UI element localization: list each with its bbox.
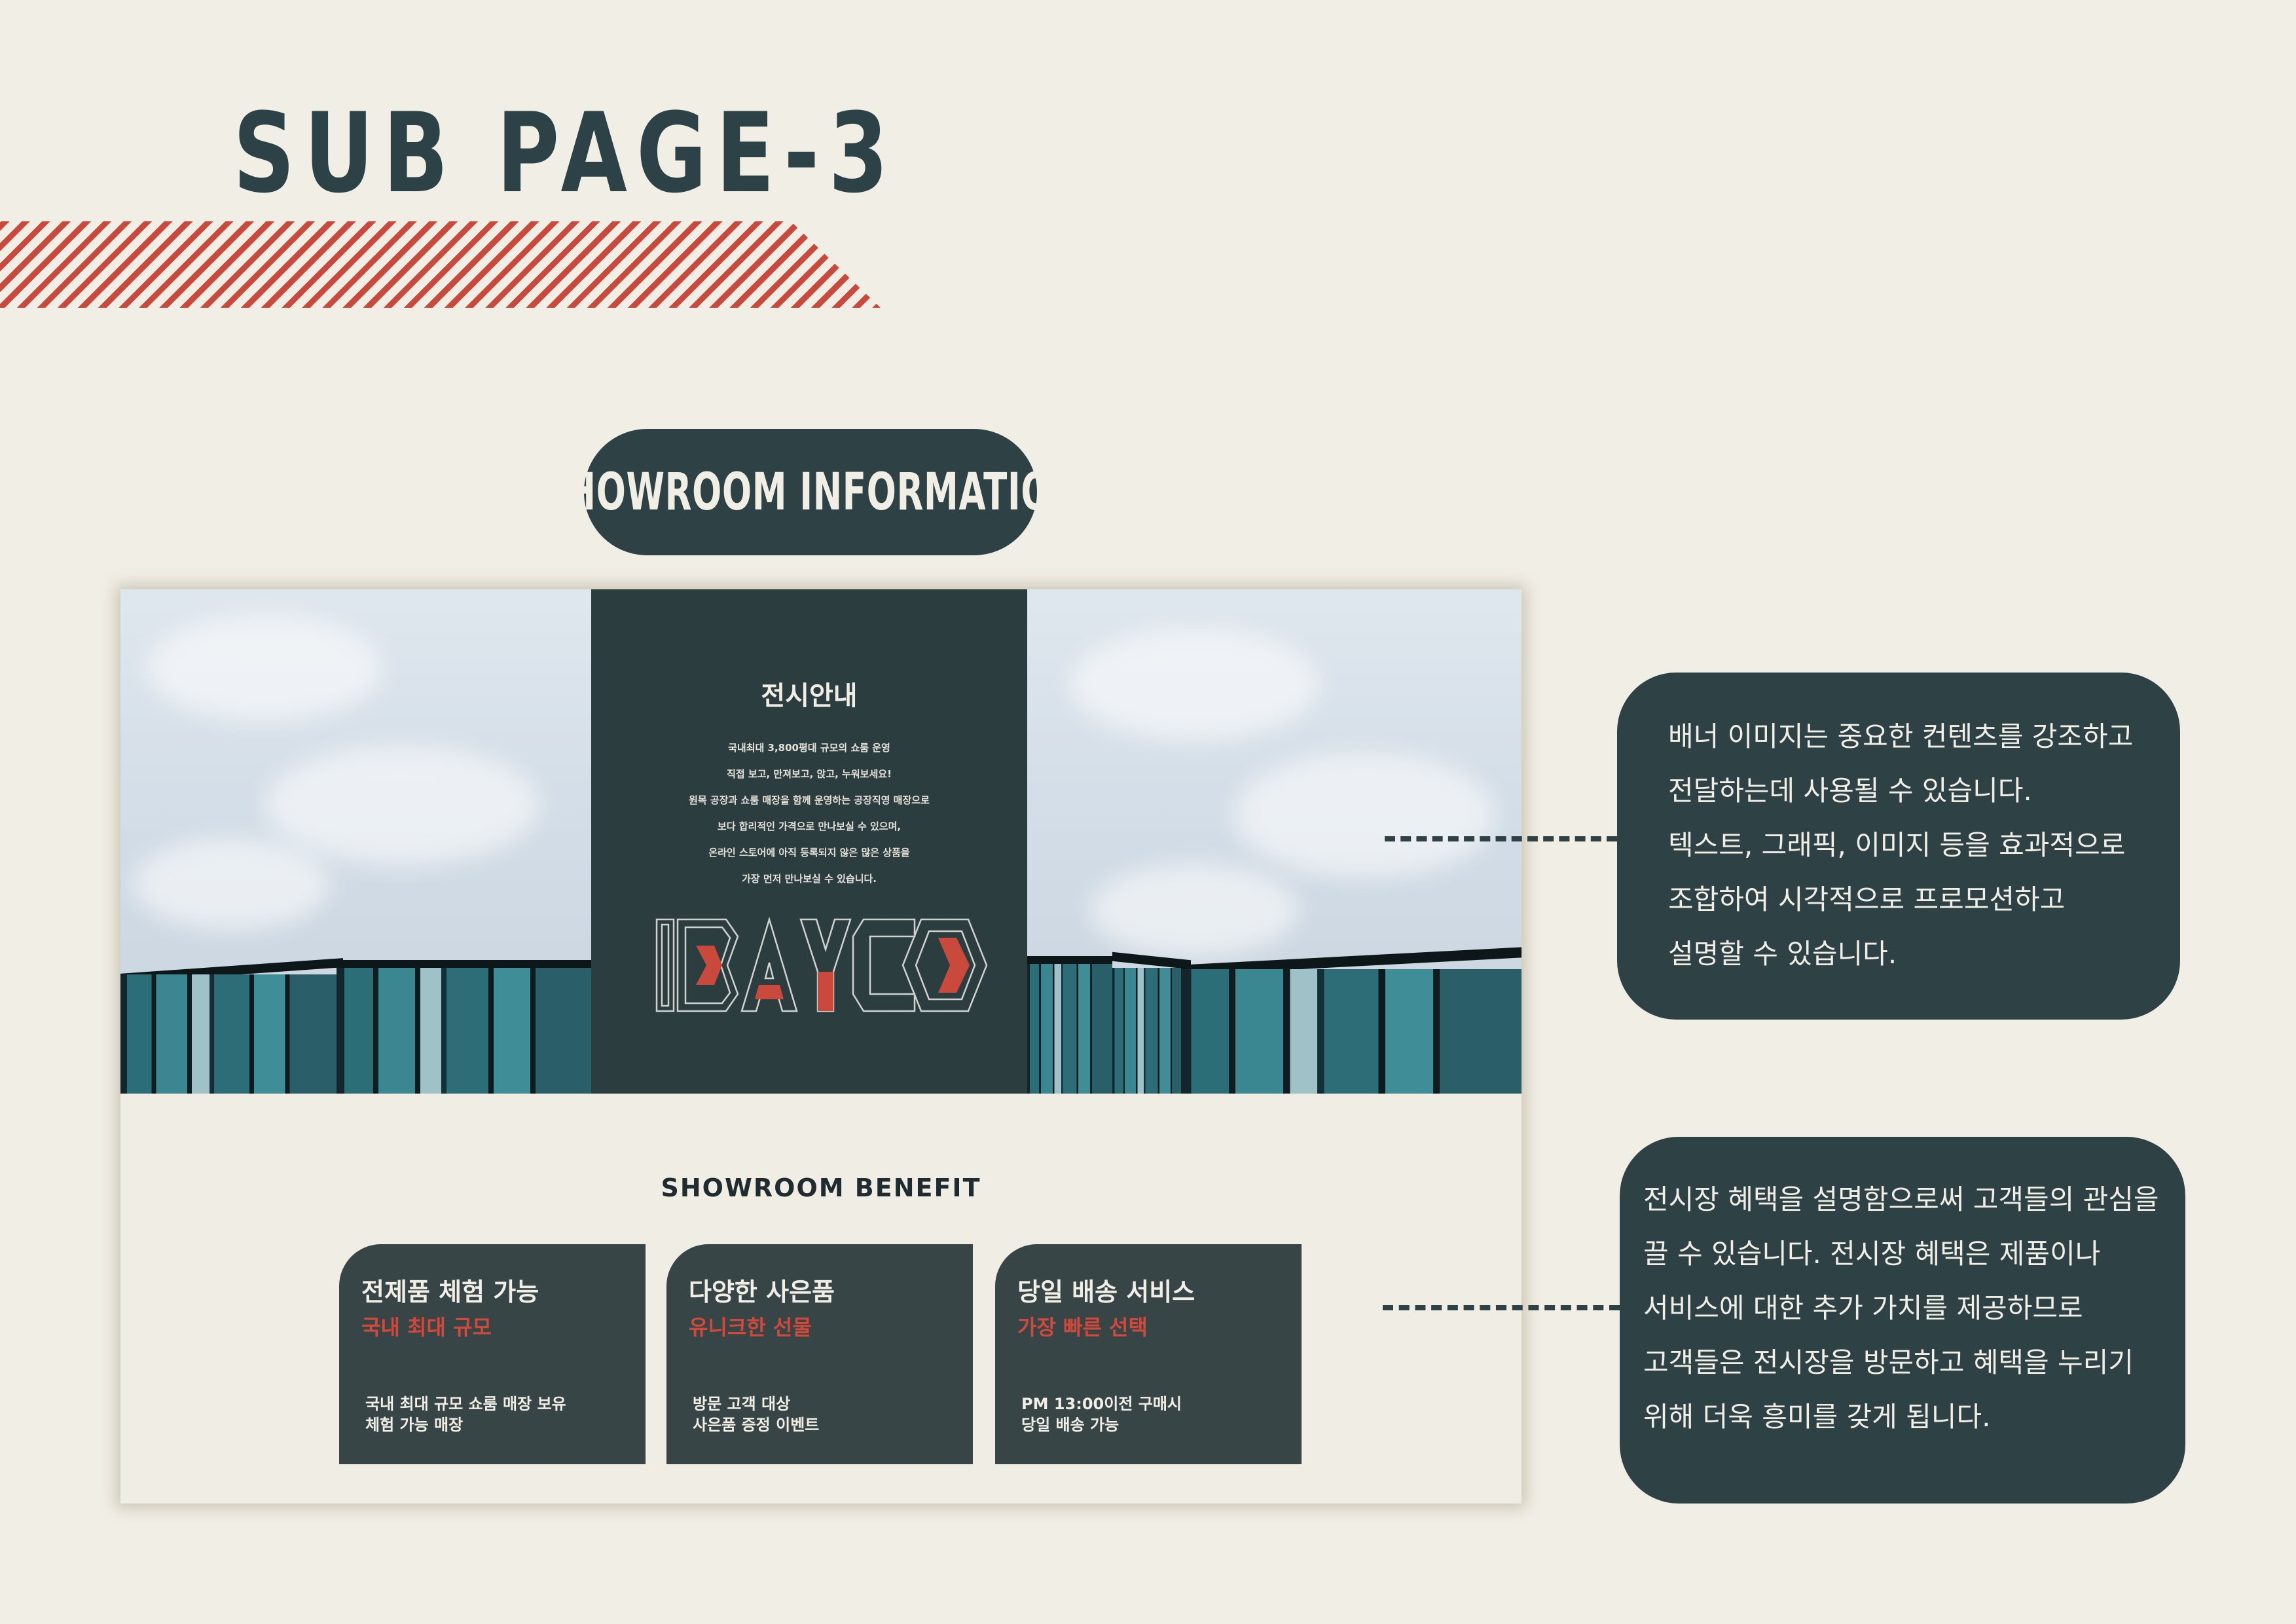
card-desc-line: 사은품 증정 이벤트 bbox=[693, 1416, 820, 1434]
callout-box: 전시장 혜택을 설명함으로써 고객들의 관심을 끌 수 있습니다. 전시장 혜택… bbox=[1620, 1137, 2185, 1504]
info-title: 전시안내 bbox=[761, 681, 858, 711]
info-text: 국내최대 3,800평대 규모의 쇼룸 운영 직접 보고, 만져보고, 앉고, … bbox=[591, 735, 1027, 892]
brand-logo-graphic bbox=[655, 916, 988, 1012]
card-title: 당일 배송 서비스 bbox=[1017, 1278, 1195, 1306]
callout-line: 배너 이미지는 중요한 컨텐츠를 강조하고 bbox=[1668, 720, 2134, 752]
info-line: 원목 공장과 쇼룸 매장을 함께 운영하는 공장직영 매장으로 bbox=[689, 794, 930, 806]
card-subtitle: 유니크한 선물 bbox=[689, 1315, 812, 1340]
card-desc-line: PM 13:00이전 구매시 bbox=[1021, 1395, 1182, 1413]
glass-building bbox=[1112, 968, 1191, 1094]
callout-line: 고객들은 전시장을 방문하고 혜택을 누리기 bbox=[1643, 1346, 2134, 1378]
callout-text: 배너 이미지는 중요한 컨텐츠를 강조하고 전달하는데 사용될 수 있습니다. … bbox=[1668, 709, 2133, 981]
page-title: SUB PAGE-3 bbox=[233, 89, 898, 217]
callout-line: 텍스트, 그래픽, 이미지 등을 효과적으로 bbox=[1668, 829, 2126, 861]
callout-line: 조합하여 시각적으로 프로모션하고 bbox=[1668, 883, 2066, 915]
glass-building bbox=[1181, 969, 1522, 1094]
callout-line: 설명할 수 있습니다. bbox=[1668, 938, 1897, 970]
callout-line: 전시장 혜택을 설명함으로써 고객들의 관심을 bbox=[1643, 1183, 2159, 1215]
diagonal-stripe-decoration bbox=[0, 221, 881, 308]
info-line: 직접 보고, 만져보고, 앉고, 누워보세요! bbox=[727, 768, 892, 780]
cloud-shape bbox=[1070, 629, 1319, 740]
benefit-card: 전제품 체험 가능 국내 최대 규모 국내 최대 규모 쇼룸 매장 보유 체험 … bbox=[339, 1244, 646, 1464]
callout-connector bbox=[1385, 836, 1617, 841]
info-panel: 전시안내 국내최대 3,800평대 규모의 쇼룸 운영 직접 보고, 만져보고,… bbox=[591, 589, 1027, 1094]
cloud-shape bbox=[134, 838, 330, 930]
section-pill: SHOWROOM INFORMATION bbox=[541, 429, 1080, 555]
info-line: 국내최대 3,800평대 규모의 쇼룸 운영 bbox=[728, 742, 890, 754]
benefit-card: 당일 배송 서비스 가장 빠른 선택 PM 13:00이전 구매시 당일 배송 … bbox=[995, 1244, 1302, 1464]
card-desc-line: 국내 최대 규모 쇼룸 매장 보유 bbox=[365, 1395, 566, 1413]
cloud-shape bbox=[147, 616, 382, 720]
section-pill-label: SHOWROOM INFORMATION bbox=[541, 462, 1080, 522]
callout-connector bbox=[1383, 1305, 1620, 1310]
benefit-card: 다양한 사은품 유니크한 선물 방문 고객 대상 사은품 증정 이벤트 bbox=[666, 1244, 973, 1464]
brand-logo bbox=[654, 916, 988, 1018]
cloud-shape bbox=[1089, 864, 1299, 956]
callout-line: 전달하는데 사용될 수 있습니다. bbox=[1668, 775, 2032, 807]
card-subtitle: 가장 빠른 선택 bbox=[1017, 1315, 1148, 1340]
info-line: 온라인 스토어에 아직 등록되지 않은 많은 상품을 bbox=[708, 847, 910, 858]
card-desc-line: 체험 가능 매장 bbox=[365, 1416, 464, 1434]
card-description: 국내 최대 규모 쇼룸 매장 보유 체험 가능 매장 bbox=[365, 1393, 566, 1435]
info-line: 보다 합리적인 가격으로 만나보실 수 있으며, bbox=[717, 821, 902, 832]
callout-line: 위해 더욱 흥미를 갖게 됩니다. bbox=[1643, 1401, 1991, 1433]
card-subtitle: 국내 최대 규모 bbox=[361, 1315, 492, 1340]
callout-text: 전시장 혜택을 설명함으로써 고객들의 관심을 끌 수 있습니다. 전시장 혜택… bbox=[1643, 1172, 2159, 1444]
glass-building bbox=[1027, 964, 1112, 1094]
benefit-heading: SHOWROOM BENEFIT bbox=[661, 1173, 981, 1202]
card-desc-line: 방문 고객 대상 bbox=[693, 1395, 791, 1413]
callout-line: 서비스에 대한 추가 가치를 제공하므로 bbox=[1643, 1292, 2083, 1324]
cloud-shape bbox=[264, 747, 539, 864]
card-description: 방문 고객 대상 사은품 증정 이벤트 bbox=[693, 1393, 819, 1435]
callout-line: 끌 수 있습니다. 전시장 혜택은 제품이나 bbox=[1643, 1238, 2101, 1270]
glass-building bbox=[120, 974, 343, 1094]
page-mockup: 전시안내 국내최대 3,800평대 규모의 쇼룸 운영 직접 보고, 만져보고,… bbox=[120, 589, 1522, 1504]
info-line: 가장 먼저 만나보실 수 있습니다. bbox=[742, 873, 877, 885]
card-description: PM 13:00이전 구매시 당일 배송 가능 bbox=[1021, 1393, 1182, 1435]
callout-box: 배너 이미지는 중요한 컨텐츠를 강조하고 전달하는데 사용될 수 있습니다. … bbox=[1617, 673, 2180, 1020]
cloud-shape bbox=[1233, 753, 1495, 877]
card-desc-line: 당일 배송 가능 bbox=[1021, 1416, 1120, 1434]
glass-building bbox=[337, 968, 598, 1094]
card-title: 다양한 사은품 bbox=[689, 1278, 835, 1306]
card-title: 전제품 체험 가능 bbox=[361, 1278, 539, 1306]
